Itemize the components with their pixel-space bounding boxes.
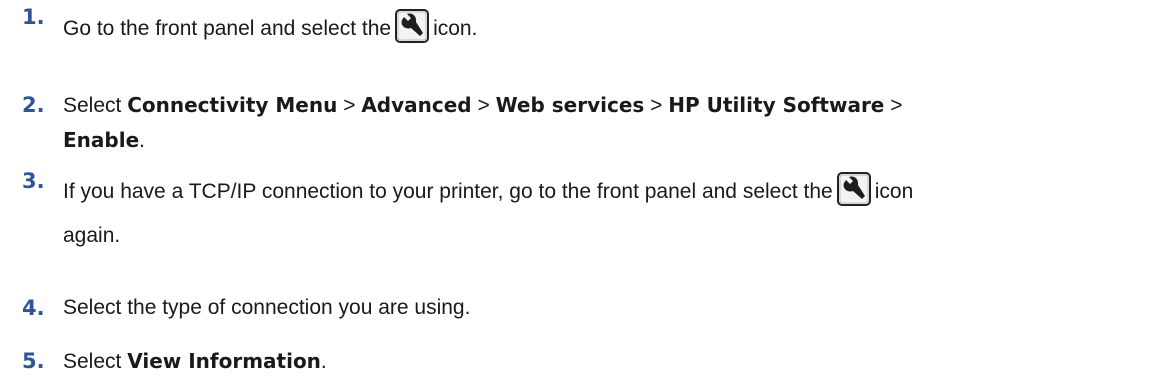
- step-number: 3.: [22, 169, 45, 193]
- wrench-icon: [395, 9, 430, 44]
- step-text-part: icon.: [433, 17, 478, 40]
- path-separator: >: [477, 94, 490, 117]
- step-text-part: Go to the front panel and select the: [63, 17, 392, 40]
- step-number: 1.: [22, 5, 45, 29]
- step-text: Go to the front panel and select the icon…: [63, 9, 1120, 46]
- step-text-part: If you have a TCP/IP connection to your …: [63, 180, 833, 203]
- instruction-steps: 1. Go to the front panel and select the i…: [0, 0, 1158, 389]
- step-text-part: .: [320, 350, 327, 373]
- step-text-part: .: [139, 129, 145, 152]
- step-text-part: again.: [63, 224, 121, 247]
- path-separator: >: [650, 94, 663, 117]
- menu-option-view-information: View Information: [127, 349, 321, 373]
- path-separator: >: [890, 94, 903, 117]
- menu-path-hp-utility-software: HP Utility Software: [668, 93, 885, 117]
- step-text: Select the type of connection you are us…: [63, 296, 471, 319]
- step-text-part: Select: [63, 350, 122, 373]
- menu-path-web-services: Web services: [495, 93, 645, 117]
- step-text-part: icon: [874, 180, 914, 203]
- step-number: 2.: [22, 93, 45, 117]
- step-text: If you have a TCP/IP connection to your …: [63, 170, 1120, 258]
- menu-path-advanced: Advanced: [361, 93, 472, 117]
- step-text: Select Connectivity Menu > Advanced > We…: [63, 88, 1120, 158]
- menu-path-connectivity-menu: Connectivity Menu: [127, 93, 338, 117]
- wrench-icon: [836, 172, 871, 207]
- step-number: 4.: [22, 296, 45, 320]
- path-separator: >: [343, 94, 356, 117]
- step-text: Select View Information.: [63, 344, 1120, 379]
- step-number: 5.: [22, 349, 45, 373]
- menu-path-enable: Enable: [63, 128, 140, 152]
- step-text-part: Select: [63, 94, 122, 117]
